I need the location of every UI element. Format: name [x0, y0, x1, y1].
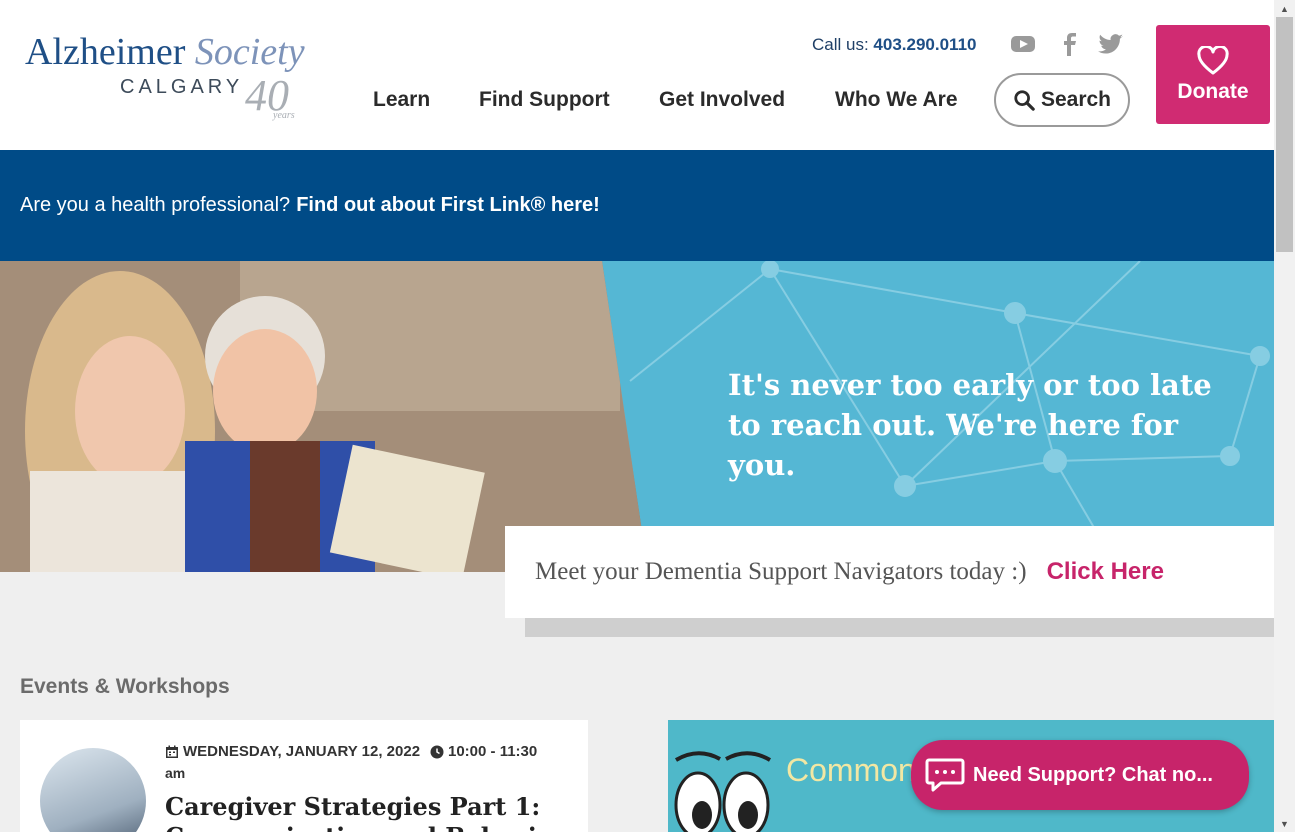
phone-number-link[interactable]: 403.290.0110 [873, 35, 976, 54]
heart-icon [1197, 45, 1229, 74]
nav-get-involved[interactable]: Get Involved [659, 88, 785, 112]
logo-years: years [273, 110, 295, 121]
clock-icon [430, 745, 444, 758]
twitter-icon[interactable] [1098, 32, 1124, 56]
event-card[interactable]: WEDNESDAY, JANUARY 12, 2022 10:00 - 11:3… [20, 720, 588, 832]
search-button[interactable]: Search [994, 73, 1130, 127]
event-date: WEDNESDAY, JANUARY 12, 2022 [165, 743, 420, 760]
first-link-link[interactable]: Find out about First Link® here! [296, 194, 600, 217]
site-logo[interactable]: Alzheimer Society CALGARY 40 years [25, 30, 345, 125]
logo-wordmark: Alzheimer Society [25, 30, 345, 74]
donate-label: Donate [1177, 79, 1249, 103]
events-section-title: Events & Workshops [20, 675, 230, 698]
scroll-thumb[interactable] [1276, 17, 1293, 252]
callout-shadow [525, 618, 1274, 637]
calendar-icon [166, 745, 178, 758]
logo-text-society: Society [194, 31, 305, 73]
chat-label: Need Support? Chat no... [973, 763, 1213, 786]
event-time-suffix: am [165, 765, 186, 781]
nav-find-support[interactable]: Find Support [479, 88, 610, 112]
callus-label: Call us: [812, 35, 869, 54]
site-header: Alzheimer Society CALGARY 40 years Call … [0, 0, 1274, 150]
facebook-icon[interactable] [1056, 32, 1082, 56]
navigators-text: Meet your Dementia Support Navigators to… [535, 558, 1027, 585]
donate-button[interactable]: Donate [1156, 25, 1270, 124]
search-label: Search [1040, 88, 1112, 111]
scroll-down-arrow-icon[interactable]: ▼ [1274, 815, 1295, 832]
event-thumbnail [40, 748, 146, 832]
event-time: 10:00 - 11:30 [430, 743, 537, 760]
youtube-icon[interactable] [1010, 32, 1036, 56]
chat-support-button[interactable]: Need Support? Chat no... [911, 740, 1249, 810]
event-time-text: 10:00 - 11:30 [448, 743, 538, 760]
search-icon [1014, 90, 1035, 111]
health-professional-banner: Are you a health professional? Find out … [0, 150, 1274, 261]
nav-learn[interactable]: Learn [373, 88, 430, 112]
promo-word: Common [786, 752, 916, 788]
page-scrollbar[interactable]: ▲ ▼ [1274, 0, 1295, 832]
phone-contact: Call us: 403.290.0110 [812, 35, 976, 55]
click-here-link[interactable]: Click Here [1047, 558, 1164, 586]
chat-bubble-icon [925, 758, 965, 792]
event-title[interactable]: Caregiver Strategies Part 1: Communicati… [165, 792, 575, 832]
nav-who-we-are[interactable]: Who We Are [835, 88, 958, 112]
event-date-text: WEDNESDAY, JANUARY 12, 2022 [183, 743, 421, 760]
cartoon-eyes-illustration [674, 751, 772, 832]
scroll-up-arrow-icon[interactable]: ▲ [1274, 0, 1295, 17]
hero-headline: It's never too early or too late to reac… [728, 368, 1212, 482]
banner-text: Are you a health professional? [20, 194, 291, 216]
logo-city: CALGARY [120, 76, 244, 98]
navigators-callout: Meet your Dementia Support Navigators to… [505, 526, 1274, 618]
logo-text-alzheimer: Alzheimer [25, 31, 186, 73]
